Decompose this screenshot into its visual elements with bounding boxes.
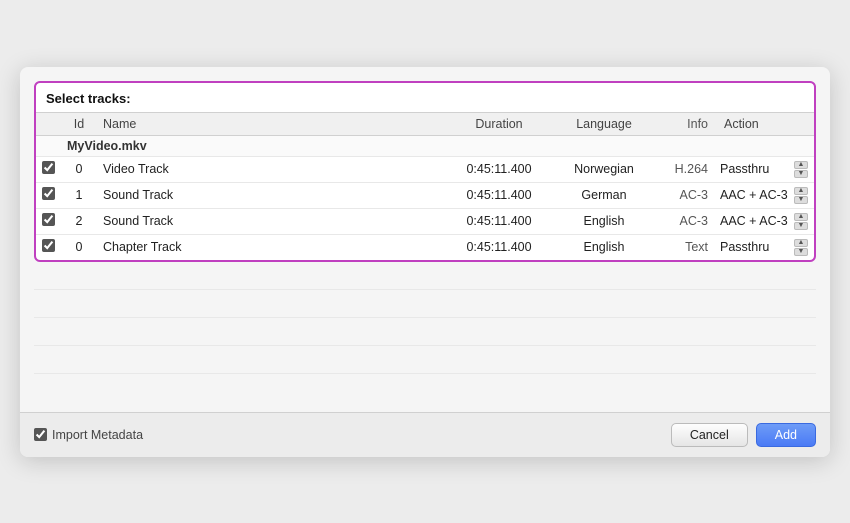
track-info: AC-3: [654, 208, 714, 234]
track-name: Sound Track: [97, 182, 444, 208]
select-tracks-dialog: Select tracks: Id Name Duration Language…: [20, 67, 830, 457]
track-info: H.264: [654, 156, 714, 182]
track-checkbox-cell[interactable]: [36, 208, 61, 234]
track-action-stepper[interactable]: ▲ ▼: [794, 239, 808, 256]
track-duration: 0:45:11.400: [444, 234, 554, 260]
dialog-footer: Import Metadata Cancel Add: [20, 412, 830, 457]
track-duration: 0:45:11.400: [444, 156, 554, 182]
track-language: Norwegian: [554, 156, 654, 182]
track-action-cell: AAC + AC-3 ▲ ▼: [714, 208, 814, 234]
track-id: 0: [61, 156, 97, 182]
stepper-up-btn[interactable]: ▲: [794, 239, 808, 247]
empty-rows-area: [34, 262, 816, 402]
empty-row-1: [34, 262, 816, 290]
track-action-cell: Passthru ▲ ▼: [714, 156, 814, 182]
empty-row-3: [34, 318, 816, 346]
table-row: 1 Sound Track 0:45:11.400 German AC-3 AA…: [36, 182, 814, 208]
track-action-label: Passthru: [720, 162, 788, 176]
import-metadata-label: Import Metadata: [52, 428, 143, 442]
track-action-label: Passthru: [720, 240, 788, 254]
track-id: 2: [61, 208, 97, 234]
track-language: English: [554, 208, 654, 234]
stepper-down-btn[interactable]: ▼: [794, 222, 808, 230]
track-language: German: [554, 182, 654, 208]
track-id: 1: [61, 182, 97, 208]
track-action-stepper[interactable]: ▲ ▼: [794, 213, 808, 230]
track-checkbox-cell[interactable]: [36, 182, 61, 208]
tracks-table: Id Name Duration Language Info Action My…: [36, 112, 814, 260]
track-duration: 0:45:11.400: [444, 208, 554, 234]
col-header-name: Name: [97, 112, 444, 135]
track-checkbox-cell[interactable]: [36, 156, 61, 182]
track-checkbox[interactable]: [42, 187, 55, 200]
track-action-cell: Passthru ▲ ▼: [714, 234, 814, 260]
track-id: 0: [61, 234, 97, 260]
stepper-down-btn[interactable]: ▼: [794, 196, 808, 204]
track-name: Video Track: [97, 156, 444, 182]
empty-row-5: [34, 374, 816, 402]
track-language: English: [554, 234, 654, 260]
track-action-stepper[interactable]: ▲ ▼: [794, 187, 808, 204]
file-row: MyVideo.mkv: [36, 135, 814, 156]
col-header-duration: Duration: [444, 112, 554, 135]
col-header-action: Action: [714, 112, 814, 135]
dialog-body: Select tracks: Id Name Duration Language…: [20, 67, 830, 402]
col-header-check: [36, 112, 61, 135]
stepper-up-btn[interactable]: ▲: [794, 213, 808, 221]
table-row: 0 Chapter Track 0:45:11.400 English Text…: [36, 234, 814, 260]
footer-buttons: Cancel Add: [671, 423, 816, 447]
stepper-down-btn[interactable]: ▼: [794, 170, 808, 178]
table-row: 0 Video Track 0:45:11.400 Norwegian H.26…: [36, 156, 814, 182]
track-checkbox-cell[interactable]: [36, 234, 61, 260]
track-name: Chapter Track: [97, 234, 444, 260]
import-metadata-container: Import Metadata: [34, 428, 143, 442]
stepper-up-btn[interactable]: ▲: [794, 187, 808, 195]
stepper-up-btn[interactable]: ▲: [794, 161, 808, 169]
track-checkbox[interactable]: [42, 239, 55, 252]
track-action-stepper[interactable]: ▲ ▼: [794, 161, 808, 178]
col-header-info: Info: [654, 112, 714, 135]
tracks-box: Select tracks: Id Name Duration Language…: [34, 81, 816, 262]
table-row: 2 Sound Track 0:45:11.400 English AC-3 A…: [36, 208, 814, 234]
track-action-label: AAC + AC-3: [720, 214, 788, 228]
file-name: MyVideo.mkv: [61, 135, 814, 156]
track-info: Text: [654, 234, 714, 260]
empty-row-4: [34, 346, 816, 374]
stepper-down-btn[interactable]: ▼: [794, 248, 808, 256]
import-metadata-checkbox[interactable]: [34, 428, 47, 441]
track-action-cell: AAC + AC-3 ▲ ▼: [714, 182, 814, 208]
track-duration: 0:45:11.400: [444, 182, 554, 208]
col-header-language: Language: [554, 112, 654, 135]
track-name: Sound Track: [97, 208, 444, 234]
empty-row-2: [34, 290, 816, 318]
track-info: AC-3: [654, 182, 714, 208]
add-button[interactable]: Add: [756, 423, 816, 447]
cancel-button[interactable]: Cancel: [671, 423, 748, 447]
track-checkbox[interactable]: [42, 161, 55, 174]
track-action-label: AAC + AC-3: [720, 188, 788, 202]
section-title: Select tracks:: [36, 83, 814, 112]
col-header-id: Id: [61, 112, 97, 135]
track-checkbox[interactable]: [42, 213, 55, 226]
